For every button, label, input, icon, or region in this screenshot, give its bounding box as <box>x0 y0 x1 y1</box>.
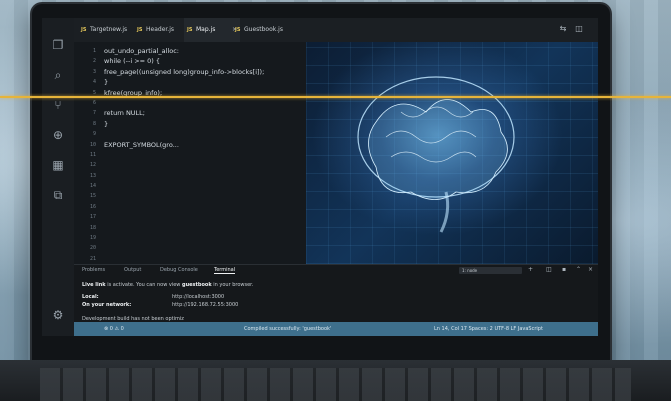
line-number: 21 <box>89 255 96 262</box>
yellow-accent-line <box>0 96 671 98</box>
split-editor-icon[interactable]: ◫ <box>574 24 584 34</box>
line-number: 6 <box>92 99 96 106</box>
line-number: 7 <box>92 110 96 117</box>
line-number: 9 <box>92 131 96 138</box>
line-number: 19 <box>89 235 96 242</box>
tab-targetnew[interactable]: JS Targetnew.js <box>78 18 142 42</box>
tab-guestbook[interactable]: JS Guestbook.js <box>232 18 304 42</box>
tab-label: Targetnew.js <box>90 26 128 33</box>
line-number: 20 <box>89 245 96 252</box>
source-control-icon[interactable]: ⑂ <box>51 98 65 112</box>
js-file-icon: JS <box>137 27 143 33</box>
tab-label: Header.js <box>146 26 174 33</box>
extensions-icon[interactable]: ▦ <box>51 158 65 172</box>
code-line: } <box>104 78 109 87</box>
code-line: } <box>104 119 109 128</box>
search-icon[interactable]: ⌕ <box>51 68 65 82</box>
js-file-icon: JS <box>235 27 241 33</box>
open-changes-icon[interactable]: ⇆ <box>558 24 568 34</box>
laptop-keyboard <box>0 360 671 401</box>
line-number-gutter: 1 2 3 4 5 6 7 8 9 10 11 12 13 14 15 16 17 18 19 20 21 <box>74 46 96 264</box>
terminal-select[interactable]: 1: node <box>459 267 522 274</box>
line-number: 4 <box>92 79 96 86</box>
line-number: 16 <box>89 203 96 210</box>
tab-problems[interactable]: Problems <box>82 267 105 273</box>
code-line: out_undo_partial_alloc: <box>104 47 179 55</box>
settings-gear-icon[interactable]: ⚙ <box>51 308 65 322</box>
terminal-line: Local: http://localhost:3000 <box>82 294 225 300</box>
brain-circuit-image <box>306 42 598 264</box>
status-bar: ⊗ 0 ⚠ 0 Compiled successfully: 'guestboo… <box>74 322 598 336</box>
js-file-icon: JS <box>81 27 87 33</box>
split-terminal-icon[interactable]: ◫ <box>546 266 552 273</box>
line-number: 11 <box>89 151 96 158</box>
code-line: while (--i >= 0) { <box>104 57 161 66</box>
editor-tab-bar: JS Targetnew.js JS Header.js JS Map.js ×… <box>74 18 598 43</box>
keyboard-keys <box>40 368 631 401</box>
trash-icon[interactable]: ▪ <box>562 266 566 273</box>
chevron-up-icon[interactable]: ⌃ <box>576 266 581 273</box>
line-number: 15 <box>89 193 96 200</box>
terminal-output[interactable]: Live link is activate. You can now view … <box>82 281 590 323</box>
line-number: 14 <box>89 183 96 190</box>
tab-label: Guestbook.js <box>244 26 283 33</box>
remote-icon[interactable]: ⧉ <box>51 188 65 202</box>
status-message: Compiled successfully: 'guestbook' <box>244 326 332 332</box>
status-info[interactable]: Ln 14, Col 17 Spaces: 2 UTF-8 LF JavaScr… <box>434 322 543 336</box>
tab-debug-console[interactable]: Debug Console <box>160 267 198 273</box>
status-problems[interactable]: ⊗ 0 ⚠ 0 <box>104 322 124 336</box>
tab-terminal[interactable]: Terminal <box>214 267 236 274</box>
line-number: 1 <box>92 48 96 54</box>
new-terminal-icon[interactable]: + <box>528 266 533 273</box>
terminal-line: Live link is activate. You can now view … <box>82 282 254 288</box>
terminal-line: On your network: http://192.168.72.55:30… <box>82 302 239 308</box>
line-number: 3 <box>92 68 96 75</box>
tab-output[interactable]: Output <box>124 267 141 273</box>
line-number: 13 <box>89 172 96 179</box>
code-line: free_page((unsigned long)group_info->blo… <box>104 67 265 76</box>
line-number: 18 <box>89 224 96 231</box>
debug-icon[interactable]: ⊕ <box>51 128 65 142</box>
code-line: return NULL; <box>104 109 145 118</box>
laptop: ❐ ⌕ ⑂ ⊕ ▦ ⧉ ⚙ JS Targetnew.js JS Header.… <box>32 4 610 370</box>
code-editor[interactable]: 1 2 3 4 5 6 7 8 9 10 11 12 13 14 15 16 17 18 19 20 21 out_un… <box>74 42 306 264</box>
line-number: 8 <box>92 120 96 127</box>
panel-tab-bar: Problems Output Debug Console Terminal 1… <box>74 265 598 277</box>
tab-label: Map.js <box>196 26 216 33</box>
line-number: 12 <box>89 162 96 169</box>
close-icon[interactable]: × <box>588 266 593 273</box>
line-number: 2 <box>92 58 96 65</box>
bottom-panel: Problems Output Debug Console Terminal 1… <box>74 264 598 323</box>
line-number: 10 <box>89 141 96 148</box>
activity-bar: ❐ ⌕ ⑂ ⊕ ▦ ⧉ ⚙ <box>42 18 75 336</box>
line-number: 17 <box>89 214 96 221</box>
files-icon[interactable]: ❐ <box>51 38 65 52</box>
brain-illustration <box>357 76 515 233</box>
code-line: EXPORT_SYMBOL(gro... <box>104 140 179 149</box>
js-file-icon: JS <box>187 27 193 33</box>
laptop-screen: ❐ ⌕ ⑂ ⊕ ▦ ⧉ ⚙ JS Targetnew.js JS Header.… <box>42 18 598 336</box>
